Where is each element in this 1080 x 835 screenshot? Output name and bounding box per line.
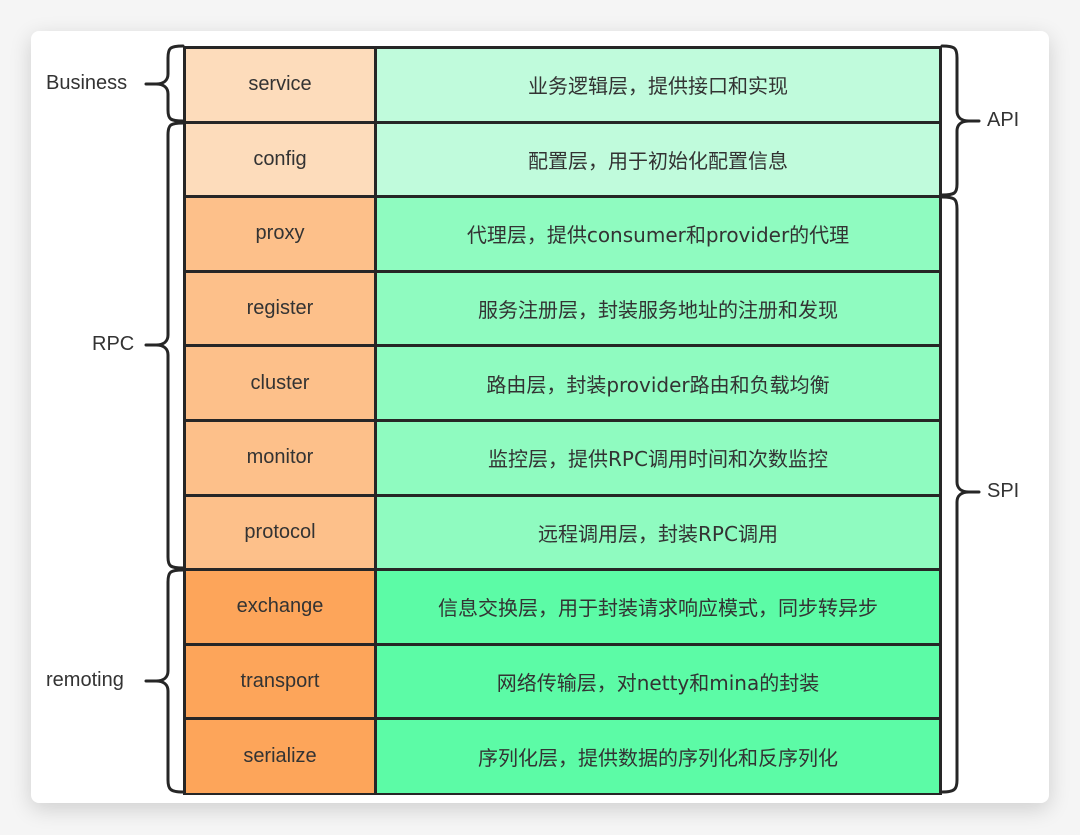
brace-spi xyxy=(940,195,971,794)
group-label-remoting: remoting xyxy=(46,669,124,691)
group-label-api: API xyxy=(987,109,1020,131)
group-label-business: Business xyxy=(46,72,128,94)
brace-business xyxy=(154,44,185,123)
brace-rpc xyxy=(154,121,185,570)
brace-remoting xyxy=(154,568,185,794)
brace-api xyxy=(940,44,971,197)
group-braces xyxy=(144,44,981,794)
group-label-spi: SPI xyxy=(987,480,1020,502)
group-label-rpc: RPC xyxy=(92,333,135,355)
